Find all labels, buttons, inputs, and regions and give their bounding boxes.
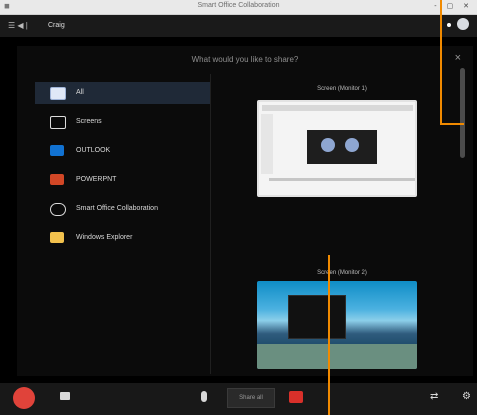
- thumb-window-bar: [262, 105, 413, 111]
- thumb-dialog-window: [288, 295, 346, 339]
- menu-icon[interactable]: ☰ ◀ |: [8, 21, 28, 30]
- screen-thumbnail-2[interactable]: [257, 281, 417, 369]
- window-title: Smart Office Collaboration: [197, 2, 280, 9]
- source-label: Screens: [76, 118, 102, 125]
- scrollbar[interactable]: [460, 68, 465, 158]
- source-label: OUTLOOK: [76, 147, 111, 154]
- username-label[interactable]: Craig: [48, 22, 65, 29]
- thumb-scroll: [269, 178, 415, 181]
- share-all-button[interactable]: Share all: [227, 388, 275, 408]
- call-toolbar: Share all ⇄ ⚙: [0, 383, 477, 415]
- thumb-avatar-1: [321, 138, 335, 152]
- dialog-header: What would you like to share? ×: [17, 46, 473, 72]
- screen-icon: [50, 116, 66, 129]
- cloud-icon: [50, 203, 66, 216]
- source-label: POWERPNT: [76, 176, 117, 183]
- screen-thumbnail-1[interactable]: [257, 100, 417, 197]
- screen-preview-area: Screen (Monitor 1) Screen (Monitor 2): [211, 74, 473, 374]
- close-icon[interactable]: ×: [455, 52, 461, 64]
- settings-icon[interactable]: ⚙: [462, 391, 471, 402]
- powerpoint-icon: [50, 174, 64, 185]
- thumb-landscape: [257, 344, 417, 369]
- source-label: Smart Office Collaboration: [76, 205, 158, 212]
- annotation-line-vertical: [440, 0, 442, 125]
- window-titlebar: ◼ Smart Office Collaboration - ▢ ✕: [0, 0, 477, 15]
- chat-icon[interactable]: [60, 392, 70, 400]
- app-topbar: ☰ ◀ | Craig: [0, 15, 477, 37]
- share-source-list: All Screens OUTLOOK POWERPNT Smart Offic…: [35, 74, 210, 374]
- source-windows-explorer[interactable]: Windows Explorer: [35, 227, 210, 249]
- source-label: All: [76, 89, 84, 96]
- dialog-title: What would you like to share?: [191, 55, 299, 64]
- source-all[interactable]: All: [35, 82, 210, 104]
- thumb-avatar-2: [345, 138, 359, 152]
- folder-icon: [50, 232, 64, 243]
- screen-share-icon[interactable]: ⇄: [430, 391, 438, 402]
- source-label: Windows Explorer: [76, 234, 133, 241]
- share-dialog: What would you like to share? × All Scre…: [17, 46, 473, 376]
- monitor-icon: [50, 87, 66, 100]
- screen-label: Screen (Monitor 1): [317, 86, 367, 92]
- avatar[interactable]: [457, 18, 469, 30]
- annotation-line-horizontal: [440, 123, 464, 125]
- source-powerpoint[interactable]: POWERPNT: [35, 169, 210, 191]
- status-dot: [447, 23, 451, 27]
- microphone-icon[interactable]: [201, 391, 207, 402]
- annotation-line-bottom: [328, 255, 330, 415]
- thumb-video-window: [307, 130, 377, 164]
- source-screens[interactable]: Screens: [35, 111, 210, 133]
- video-stop-icon[interactable]: [289, 391, 303, 403]
- outlook-icon: [50, 145, 64, 156]
- source-outlook[interactable]: OUTLOOK: [35, 140, 210, 162]
- screen-label: Screen (Monitor 2): [317, 270, 367, 276]
- hangup-button[interactable]: [13, 387, 35, 409]
- app-window: ◼ Smart Office Collaboration - ▢ ✕ ☰ ◀ |…: [0, 0, 477, 415]
- thumb-side-panel: [261, 114, 273, 174]
- source-smart-office[interactable]: Smart Office Collaboration: [35, 198, 210, 220]
